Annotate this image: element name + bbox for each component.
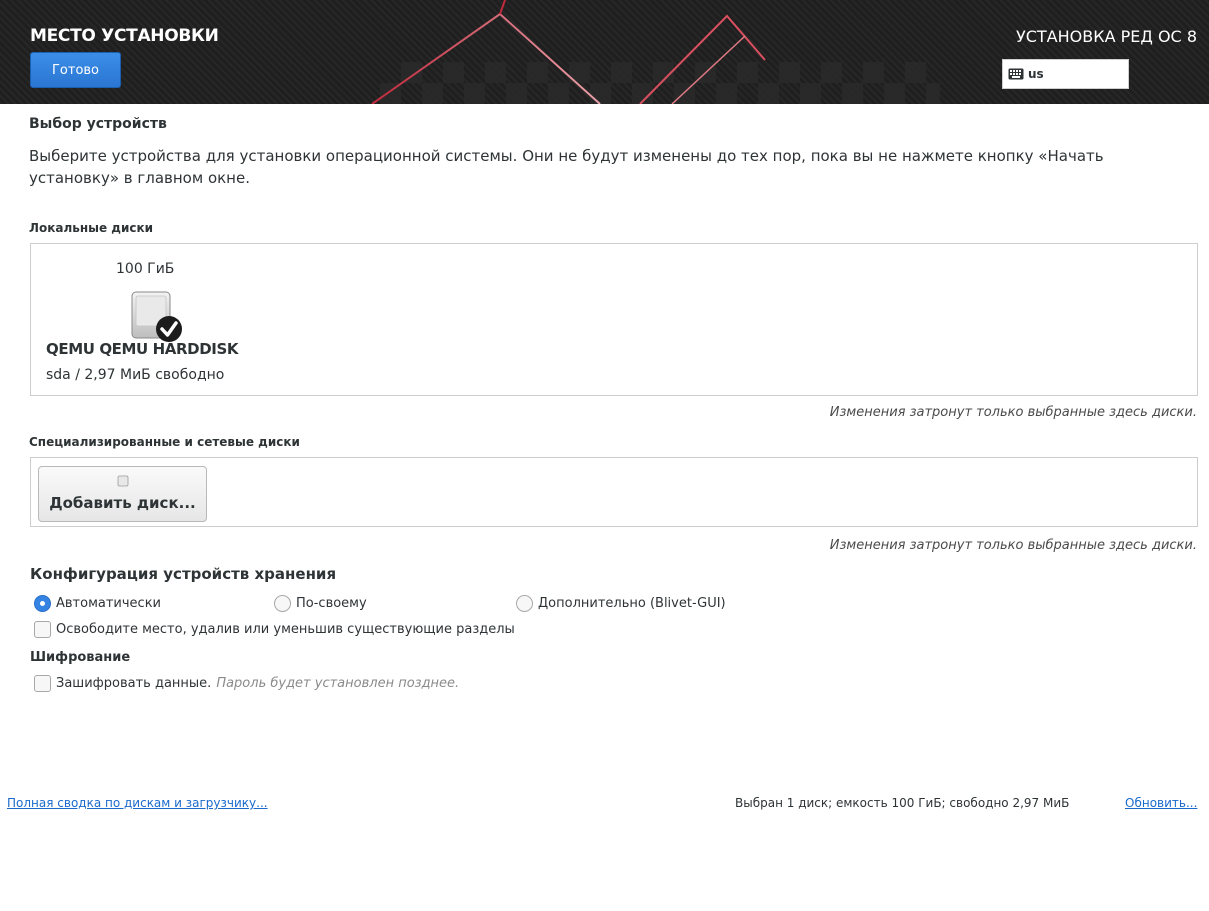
full-disk-summary-link[interactable]: Полная сводка по дискам и загрузчику... xyxy=(7,796,268,810)
encrypt-data-note: Пароль будет установлен позднее. xyxy=(216,676,460,691)
add-disk-button[interactable]: Добавить диск... xyxy=(38,466,207,522)
keyboard-icon xyxy=(1008,68,1024,80)
local-disks-hint: Изменения затронут только выбранные здес… xyxy=(829,405,1197,420)
checkbox[interactable] xyxy=(34,621,51,638)
encryption-heading: Шифрование xyxy=(30,650,131,665)
done-button[interactable]: Готово xyxy=(30,52,121,88)
disk-size: 100 ГиБ xyxy=(116,261,175,277)
device-selection-title: Выбор устройств xyxy=(29,116,167,132)
local-disks-panel: 100 ГиБ QEMU QEMU HARDDISK sda / 2,97 Ми… xyxy=(30,243,1198,396)
radio-advanced-blivet[interactable]: Дополнительно (Blivet-GUI) xyxy=(516,595,726,612)
main-content: Выбор устройств Выберите устройства для … xyxy=(0,104,1209,911)
encrypt-data-label: Зашифровать данные. xyxy=(56,676,212,691)
reclaim-space-label: Освободите место, удалив или уменьшив су… xyxy=(56,622,515,637)
add-disk-label: Добавить диск... xyxy=(49,494,196,512)
network-disks-heading: Специализированные и сетевые диски xyxy=(29,435,300,449)
radio-advanced-label: Дополнительно (Blivet-GUI) xyxy=(538,596,726,611)
selected-disks-summary: Выбран 1 диск; емкость 100 ГиБ; свободно… xyxy=(735,796,1070,810)
checkbox[interactable] xyxy=(34,675,51,692)
disk-name: QEMU QEMU HARDDISK xyxy=(46,340,239,358)
encrypt-data-checkbox[interactable]: Зашифровать данные. Пароль будет установ… xyxy=(34,675,459,692)
disk-tile-sda[interactable]: 100 ГиБ QEMU QEMU HARDDISK sda / 2,97 Ми… xyxy=(46,254,271,389)
disk-add-icon xyxy=(117,475,129,487)
storage-config-title: Конфигурация устройств хранения xyxy=(30,565,337,583)
keyboard-layout-label: us xyxy=(1028,67,1044,81)
product-title: УСТАНОВКА РЕД ОС 8 xyxy=(1015,27,1197,46)
radio-automatic-label: Автоматически xyxy=(56,596,162,611)
radio-custom[interactable]: По-своему xyxy=(274,595,367,612)
radio-button-checked[interactable] xyxy=(34,595,51,612)
radio-button[interactable] xyxy=(516,595,533,612)
spoke-header: МЕСТО УСТАНОВКИ Готово УСТАНОВКА РЕД ОС … xyxy=(0,0,1209,104)
reclaim-space-checkbox[interactable]: Освободите место, удалив или уменьшив су… xyxy=(34,621,515,638)
disk-details: sda / 2,97 МиБ свободно xyxy=(46,367,225,383)
radio-custom-label: По-своему xyxy=(296,596,367,611)
local-disks-heading: Локальные диски xyxy=(29,221,154,235)
keyboard-layout-indicator[interactable]: us xyxy=(1002,59,1129,89)
spoke-title: МЕСТО УСТАНОВКИ xyxy=(30,26,219,46)
refresh-link[interactable]: Обновить... xyxy=(1125,796,1197,810)
network-disks-hint: Изменения затронут только выбранные здес… xyxy=(829,538,1197,553)
device-selection-intro: Выберите устройства для установки операц… xyxy=(29,147,1104,187)
radio-automatic[interactable]: Автоматически xyxy=(34,595,161,612)
harddisk-icon xyxy=(131,291,182,342)
radio-button[interactable] xyxy=(274,595,291,612)
network-disks-panel: Добавить диск... xyxy=(30,457,1198,527)
